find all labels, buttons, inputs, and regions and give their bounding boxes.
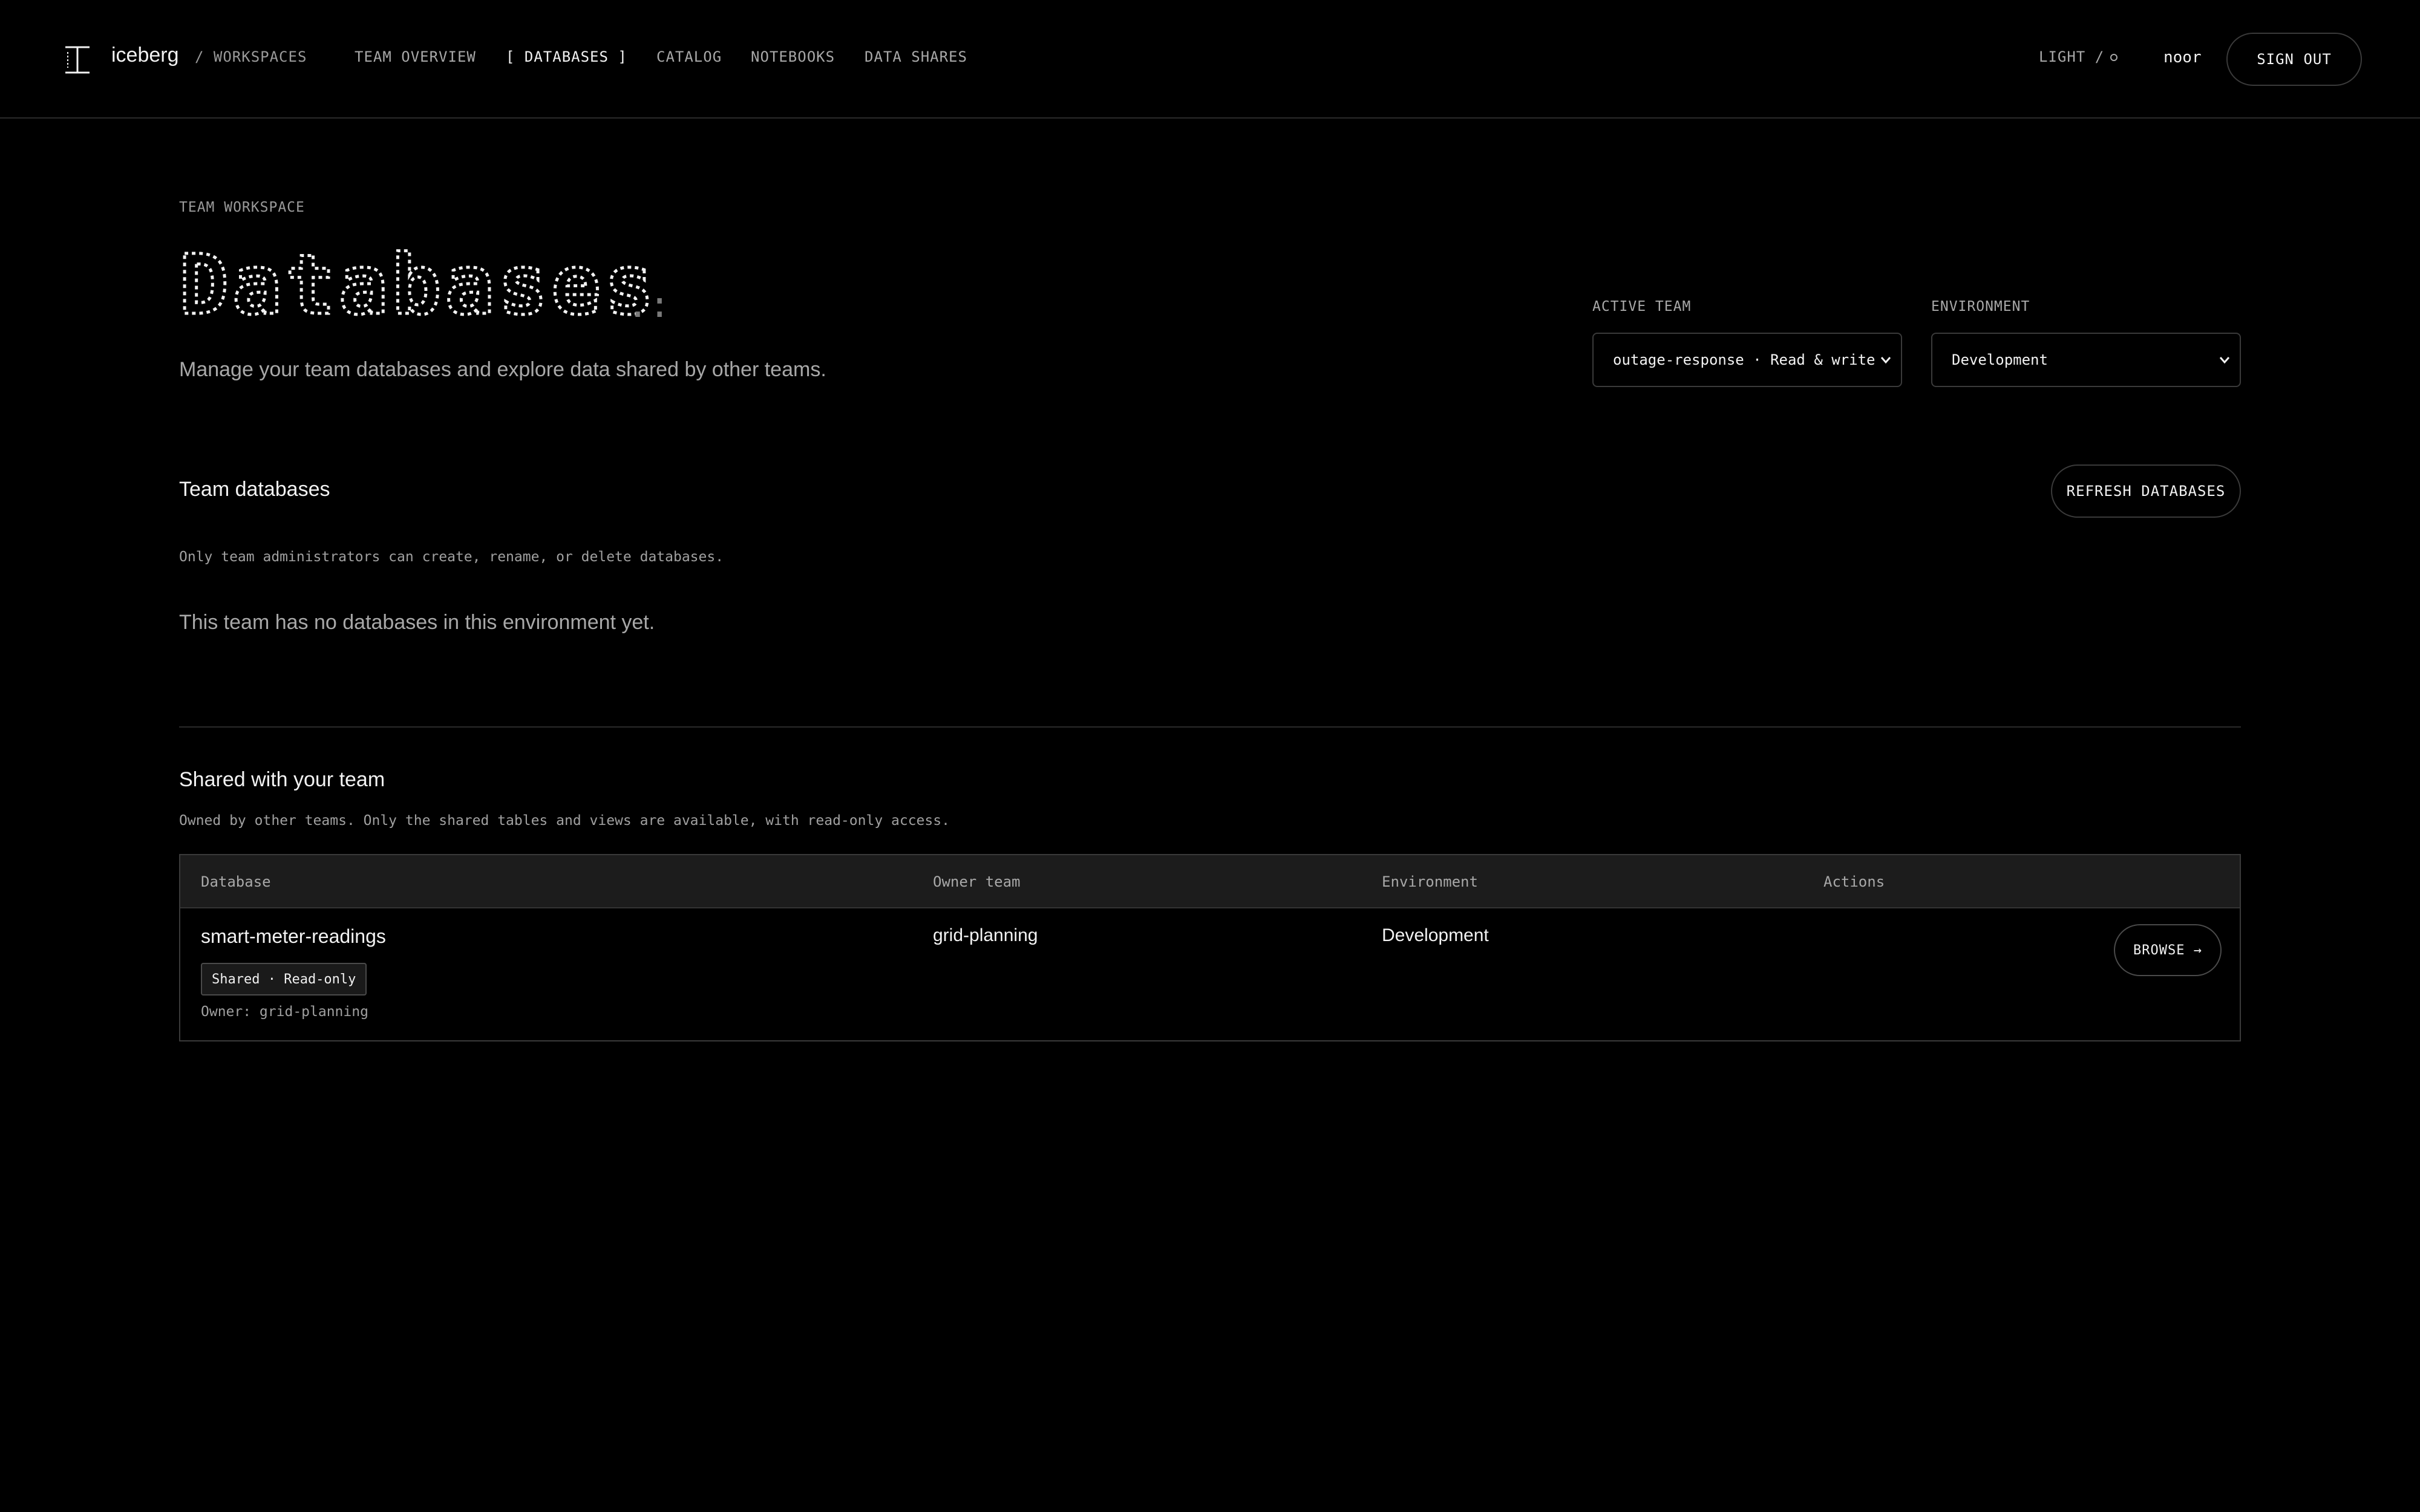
brand-name[interactable]: iceberg (111, 44, 179, 67)
owner-team-cell: grid-planning (933, 925, 1038, 945)
page-title-text: Databases (179, 249, 658, 322)
breadcrumb-workspaces[interactable]: / WORKSPACES (195, 48, 307, 65)
column-header-environment: Environment (1382, 873, 1478, 890)
active-team-select[interactable]: outage-response · Read & write (1592, 333, 1902, 387)
user-name[interactable]: noor (2163, 48, 2202, 67)
sign-out-button[interactable]: SIGN OUT (2226, 33, 2362, 86)
shared-section-title: Shared with your team (179, 768, 385, 791)
active-team-value: outage-response · Read & write (1613, 351, 1876, 368)
chevron-down-icon (2219, 357, 2230, 364)
nav-item-catalog[interactable]: CATALOG (656, 48, 722, 65)
iceberg-logo-icon[interactable] (63, 45, 92, 75)
environment-value: Development (1952, 351, 2048, 368)
page-subtitle: Manage your team databases and explore d… (179, 358, 826, 381)
database-owner-line: Owner: grid-planning (201, 1004, 368, 1020)
database-name: smart-meter-readings (201, 925, 386, 947)
page-title: Databases .: (179, 249, 675, 322)
team-databases-note: Only team administrators can create, ren… (179, 549, 724, 565)
chevron-down-icon (1880, 357, 1891, 364)
page-eyebrow: TEAM WORKSPACE (179, 200, 305, 215)
theme-circle-icon (2110, 54, 2118, 61)
theme-toggle[interactable]: LIGHT / (2039, 48, 2118, 65)
section-divider (179, 726, 2241, 728)
column-header-database: Database (201, 873, 271, 890)
empty-state-message: This team has no databases in this envir… (179, 611, 655, 634)
team-databases-title: Team databases (179, 478, 330, 501)
environment-label: ENVIRONMENT (1931, 299, 2030, 314)
nav-item-team-overview[interactable]: TEAM OVERVIEW (355, 48, 476, 65)
column-header-actions: Actions (1823, 873, 1885, 890)
title-cursor-icon: .: (627, 284, 670, 322)
shared-section-note: Owned by other teams. Only the shared ta… (179, 813, 950, 829)
nav-item-databases[interactable]: [ DATABASES ] (506, 48, 627, 65)
active-team-label: ACTIVE TEAM (1592, 299, 1692, 314)
refresh-databases-button[interactable]: REFRESH DATABASES (2051, 464, 2241, 518)
status-badge: Shared · Read-only (201, 963, 367, 996)
nav-item-data-shares[interactable]: DATA SHARES (865, 48, 967, 65)
environment-cell: Development (1382, 925, 1489, 945)
theme-toggle-label: LIGHT / (2039, 48, 2105, 65)
environment-select[interactable]: Development (1931, 333, 2241, 387)
nav-item-notebooks[interactable]: NOTEBOOKS (751, 48, 835, 65)
top-navigation-bar: iceberg / WORKSPACES TEAM OVERVIEW [ DAT… (0, 0, 2420, 119)
browse-button[interactable]: BROWSE → (2114, 924, 2222, 976)
table-header: Database Owner team Environment Actions (180, 855, 2240, 908)
column-header-owner-team: Owner team (933, 873, 1021, 890)
shared-databases-table: Database Owner team Environment Actions … (179, 854, 2241, 1041)
